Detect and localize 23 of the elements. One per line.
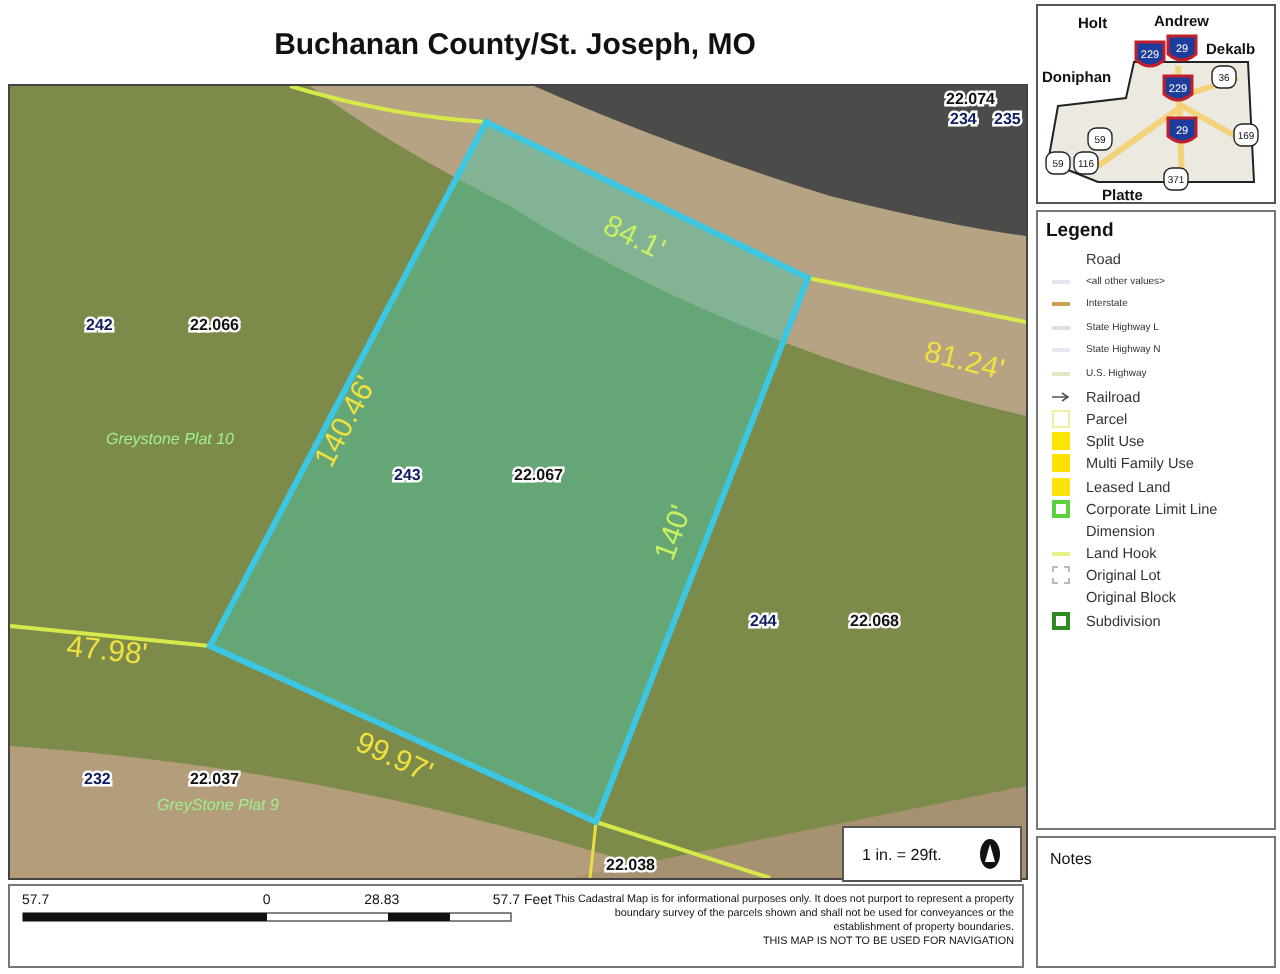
- dimension-label: 84.1': [597, 208, 671, 268]
- subdivision-label: Greystone Plat 10: [105, 430, 235, 448]
- lot-number: 232: [84, 770, 111, 788]
- parcel-number: 22.068: [850, 612, 899, 630]
- scale-text: 1 in. = 29ft.: [862, 845, 942, 863]
- parcel-number: 22.038: [606, 856, 655, 874]
- parcel-number: 22.074: [946, 90, 995, 108]
- lot-number: 235: [994, 110, 1021, 128]
- lot-number: 244: [750, 612, 777, 630]
- map-title: Buchanan County/St. Joseph, MO: [272, 25, 758, 65]
- parcel-number: 22.066: [190, 316, 239, 334]
- parcel-number: 22.067: [514, 466, 563, 484]
- dimension-label: 47.98': [65, 629, 149, 673]
- dimension-label: 99.97': [350, 725, 438, 791]
- notes-title: Notes: [1050, 850, 1092, 868]
- lot-number: 234: [950, 110, 977, 128]
- dimension-label: 81.24': [920, 335, 1008, 388]
- lot-number: 243: [394, 466, 421, 484]
- dimension-label: 140': [648, 500, 700, 565]
- parcel-number: 22.037: [190, 770, 239, 788]
- legend-title: Legend: [1046, 220, 1116, 242]
- lot-number: 242: [86, 316, 113, 334]
- subdivision-label: GreyStone Plat 9: [157, 796, 279, 814]
